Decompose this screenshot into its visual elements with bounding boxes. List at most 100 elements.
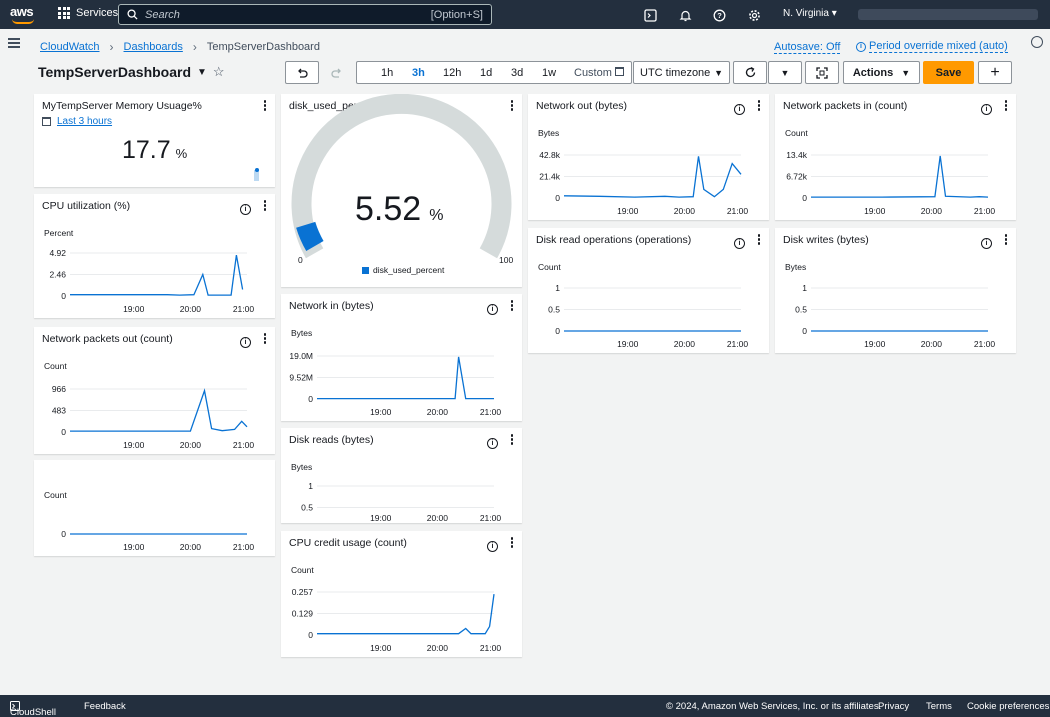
refresh-options-button[interactable]: ▼ bbox=[768, 61, 802, 84]
range-1w[interactable]: 1w bbox=[542, 67, 556, 79]
redo-button[interactable] bbox=[320, 61, 354, 84]
aws-logo[interactable]: aws bbox=[10, 4, 42, 26]
widget-cpu-utilization: CPU utilization (%) i Percent 4.92 2.46 0 19:0… bbox=[34, 194, 275, 318]
y-tick-label: 6.72k bbox=[786, 172, 808, 182]
x-tick-label: 20:00 bbox=[180, 542, 202, 552]
feedback-link[interactable]: Feedback bbox=[84, 701, 126, 712]
x-tick-label: 19:00 bbox=[617, 339, 639, 349]
calendar-icon[interactable] bbox=[615, 67, 624, 76]
x-tick-label: 21:00 bbox=[480, 407, 502, 417]
gauge-min: 0 bbox=[298, 255, 303, 265]
y-tick-label: 0 bbox=[61, 529, 66, 539]
cloudshell-icon[interactable] bbox=[642, 7, 658, 23]
breadcrumb-cloudwatch[interactable]: CloudWatch bbox=[40, 41, 100, 53]
line-chart: 0 19:00 20:00 21:00 bbox=[61, 529, 254, 552]
autosave-toggle[interactable]: Autosave: Off bbox=[774, 41, 841, 54]
y-tick-label: 13.4k bbox=[786, 150, 808, 160]
region-selector[interactable]: N. Virginia ▾ bbox=[783, 8, 837, 19]
line-chart: 42.8k 21.4k 0 19:00 20:00 21:00 bbox=[539, 150, 748, 216]
x-tick-label: 19:00 bbox=[864, 339, 886, 349]
cookie-preferences-link[interactable]: Cookie preferences bbox=[967, 701, 1049, 712]
undo-button[interactable] bbox=[285, 61, 319, 84]
search-shortcut: [Option+S] bbox=[430, 8, 483, 21]
menu-icon[interactable] bbox=[8, 38, 20, 50]
breadcrumb-dashboards[interactable]: Dashboards bbox=[124, 41, 183, 53]
x-tick-label: 21:00 bbox=[233, 440, 255, 450]
range-12h[interactable]: 12h bbox=[443, 67, 461, 79]
add-widget-button[interactable]: + bbox=[978, 61, 1012, 84]
x-tick-label: 21:00 bbox=[480, 513, 502, 523]
period-link[interactable]: Last 3 hours bbox=[42, 116, 112, 127]
sparkline-dot bbox=[255, 168, 259, 172]
account-menu[interactable] bbox=[858, 9, 1038, 20]
cloudshell-link[interactable]: CloudShell bbox=[10, 701, 56, 717]
calendar-icon bbox=[42, 117, 51, 126]
widget-network-out: Network out (bytes) i Bytes 42.8k 21.4k 0 19:0… bbox=[528, 94, 769, 220]
footer: CloudShell Feedback © 2024, Amazon Web S… bbox=[0, 695, 1050, 717]
star-icon[interactable]: ☆ bbox=[213, 64, 225, 80]
memory-value: 17.7% bbox=[122, 136, 187, 165]
actions-button[interactable]: Actions ▼ bbox=[843, 61, 920, 84]
range-custom[interactable]: Custom bbox=[574, 67, 612, 79]
x-tick-label: 20:00 bbox=[427, 513, 449, 523]
terms-link[interactable]: Terms bbox=[926, 701, 952, 712]
save-button[interactable]: Save bbox=[923, 61, 974, 84]
top-navigation: aws Services Search [Option+S] ? N. Virg… bbox=[0, 0, 1050, 29]
widget-disk-writes: Disk writes (bytes) i Bytes 1 0.5 0 19:00 20:00… bbox=[775, 228, 1016, 353]
info-icon: i bbox=[856, 41, 866, 52]
more-options-icon[interactable] bbox=[263, 100, 267, 111]
line-chart: 966 483 0 19:00 20:00 21:00 bbox=[52, 384, 255, 450]
help-icon[interactable]: ? bbox=[711, 7, 727, 23]
range-3d[interactable]: 3d bbox=[511, 67, 523, 79]
range-1d[interactable]: 1d bbox=[480, 67, 492, 79]
line-chart: 1 0.5 19:00 20:00 21:00 bbox=[301, 481, 502, 523]
y-tick-label: 1 bbox=[802, 283, 807, 293]
line-chart: 1 0.5 0 19:00 20:00 21:00 bbox=[548, 283, 748, 349]
services-menu[interactable]: Services bbox=[58, 7, 118, 19]
line-chart: 1 0.5 0 19:00 20:00 21:00 bbox=[795, 283, 995, 349]
x-tick-label: 19:00 bbox=[123, 440, 145, 450]
value-unit: % bbox=[429, 207, 444, 224]
gauge-track bbox=[291, 94, 512, 259]
legend-swatch bbox=[362, 266, 369, 274]
y-tick-label: 4.92 bbox=[49, 248, 66, 258]
search-input[interactable]: Search [Option+S] bbox=[118, 4, 492, 25]
fullscreen-button[interactable] bbox=[805, 61, 839, 84]
x-tick-label: 21:00 bbox=[974, 206, 996, 216]
x-tick-label: 19:00 bbox=[123, 304, 145, 314]
y-tick-label: 0 bbox=[308, 394, 313, 404]
widget-memory-usage: MyTempServer Memory Usuage% Last 3 hours… bbox=[34, 94, 275, 187]
info-panel-icon[interactable] bbox=[1031, 36, 1043, 48]
x-tick-label: 20:00 bbox=[180, 440, 202, 450]
y-tick-label: 21.4k bbox=[539, 172, 561, 182]
settings-gear-icon[interactable] bbox=[746, 7, 762, 23]
breadcrumb-current: TempServerDashboard bbox=[206, 41, 320, 53]
x-tick-label: 19:00 bbox=[370, 513, 392, 523]
x-tick-label: 20:00 bbox=[674, 339, 696, 349]
y-tick-label: 0 bbox=[802, 326, 807, 336]
y-tick-label: 1 bbox=[555, 283, 560, 293]
widget-network-packets-out: Network packets out (count) i Count 966 483 0… bbox=[34, 327, 275, 454]
bell-icon[interactable] bbox=[677, 7, 693, 23]
search-icon bbox=[127, 9, 138, 20]
timezone-select[interactable]: UTC timezone ▼ bbox=[633, 61, 730, 84]
period-override-link[interactable]: i Period override mixed (auto) bbox=[856, 40, 1008, 53]
y-tick-label: 0.257 bbox=[292, 587, 314, 597]
y-tick-label: 0 bbox=[555, 193, 560, 203]
caret-down-icon: ▼ bbox=[901, 67, 911, 78]
y-tick-label: 0.129 bbox=[292, 609, 314, 619]
widget-network-packets-in: Network packets in (count) i Count 13.4k 6.7… bbox=[775, 94, 1016, 220]
range-3h[interactable]: 3h bbox=[412, 67, 425, 79]
refresh-button[interactable] bbox=[733, 61, 767, 84]
series-line bbox=[70, 254, 244, 296]
caret-down-icon[interactable]: ▼ bbox=[197, 67, 207, 78]
refresh-icon bbox=[745, 66, 755, 78]
privacy-link[interactable]: Privacy bbox=[878, 701, 909, 712]
widget-disk-used-percent: disk_used_percent 5.52% 0 100 disk_used_… bbox=[281, 94, 522, 287]
widget-untitled: Count 0 19:00 20:00 21:00 bbox=[34, 460, 275, 556]
redo-icon bbox=[331, 68, 341, 78]
x-tick-label: 19:00 bbox=[370, 407, 392, 417]
widget-network-in: Network in (bytes) i Bytes 19.0M 9.52M 0 19:00… bbox=[281, 294, 522, 421]
range-1h[interactable]: 1h bbox=[381, 67, 393, 79]
cloudshell-label: CloudShell bbox=[10, 707, 56, 717]
